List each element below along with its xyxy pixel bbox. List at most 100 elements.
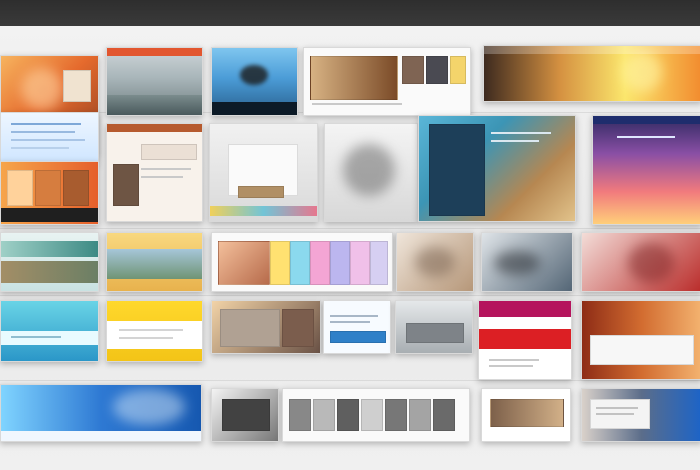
card-hand[interactable] — [396, 232, 474, 292]
card-warm-figure[interactable] — [211, 232, 393, 292]
red-layout-hero — [479, 329, 571, 349]
bw-gallery-thumb-5 — [385, 399, 407, 431]
bw-gallery-thumb-2 — [313, 399, 335, 431]
blue-form-line-1 — [330, 315, 378, 317]
shelf-line-3 — [0, 295, 700, 296]
grid-thumb-5 — [330, 241, 350, 285]
purple-top-band — [593, 116, 700, 124]
blue-form-line-2 — [330, 321, 370, 323]
card-flower[interactable] — [209, 123, 318, 222]
grid-thumb-7 — [370, 241, 388, 285]
purple-text-line — [617, 136, 675, 138]
blue-text-line-3 — [11, 139, 85, 141]
flower-blossom — [343, 144, 395, 196]
bw-gallery-thumb-7 — [433, 399, 455, 431]
blue-text-line-2 — [11, 131, 75, 133]
blue-text-line-4 — [11, 147, 69, 149]
bw-gallery-thumb-1 — [289, 399, 311, 431]
card-blue-form[interactable] — [211, 300, 321, 354]
product-shelf-line-2 — [141, 176, 183, 178]
bw-gallery-thumb-6 — [409, 399, 431, 431]
blue-wave-highlight — [113, 389, 185, 425]
card-small-landscape-2[interactable] — [0, 232, 99, 292]
tree-ground — [212, 102, 297, 115]
card-product-shelf[interactable] — [106, 123, 203, 222]
card-road[interactable] — [323, 300, 391, 354]
teal-figure-panel — [429, 124, 485, 216]
bw-strip-thumb — [222, 399, 270, 431]
card-bw-gallery[interactable] — [211, 388, 279, 442]
card-bw-strip[interactable] — [0, 384, 202, 442]
card-rust-texture[interactable] — [478, 300, 572, 380]
red-layout-line-2 — [489, 365, 533, 367]
yellow-text-line-2 — [119, 337, 173, 339]
rust-text-panel — [590, 335, 694, 365]
sepia-thumb-1 — [220, 309, 280, 347]
product-shelf-banner — [141, 144, 197, 160]
blue-wave-footer — [1, 431, 201, 441]
yellow-card-image — [107, 249, 202, 279]
product-shelf-line-1 — [141, 168, 191, 170]
bw-gallery-thumb-4 — [361, 399, 383, 431]
product-shelf-top — [107, 124, 202, 132]
card-red-figure[interactable] — [481, 232, 573, 292]
card-white-list[interactable] — [481, 388, 571, 442]
card-blue-text[interactable] — [0, 112, 99, 164]
grid-thumb-6 — [350, 241, 370, 285]
card-cyan-text[interactable] — [581, 232, 700, 292]
landscape-accent — [107, 48, 202, 56]
red-figure-shape — [628, 243, 674, 283]
card-landscape[interactable] — [106, 47, 203, 116]
orange-sidebar-thumb-3 — [63, 170, 89, 206]
orange-sidebar-thumb-2 — [35, 170, 61, 206]
gallery-thumb-2 — [426, 56, 448, 84]
shelf-line-4 — [0, 380, 700, 381]
hand-shape — [494, 251, 540, 275]
sunset-glow — [622, 52, 662, 92]
small-landscape-sky — [1, 241, 98, 257]
orange-sidebar-thumb-1 — [7, 170, 33, 206]
blue-text-line-1 — [11, 123, 81, 125]
collage-scene — [0, 0, 700, 470]
sepia-thumb-2 — [282, 309, 314, 347]
card-colorful-grid[interactable] — [106, 232, 203, 292]
yellow-text-line-1 — [119, 329, 183, 331]
card-teal-portrait[interactable] — [324, 123, 418, 222]
card-wide-gallery[interactable] — [303, 47, 471, 116]
card-sepia-collage[interactable] — [106, 300, 203, 362]
small-landscape-field — [1, 261, 98, 283]
sunset-top-band — [484, 46, 700, 54]
card-blue-wave[interactable] — [581, 300, 700, 380]
red-layout-line-1 — [489, 359, 539, 361]
grid-thumb-3 — [290, 241, 310, 285]
blue-form-bar — [330, 331, 386, 343]
card-sunset-banner[interactable] — [483, 45, 700, 102]
card-bottom-right[interactable] — [581, 388, 700, 442]
orange-hero-thumb — [63, 70, 91, 102]
warm-figure-shape — [415, 247, 455, 277]
orange-sidebar-footer — [1, 208, 98, 222]
card-pink-gradient[interactable] — [418, 115, 576, 222]
card-interior[interactable] — [282, 388, 470, 442]
shelf-line-2 — [0, 228, 700, 229]
card-blue-sky-tree[interactable] — [211, 47, 298, 116]
cyan-card-band — [1, 331, 98, 345]
grid-thumb-4 — [310, 241, 330, 285]
teal-text-line-2 — [491, 140, 539, 142]
card-red-layout[interactable] — [395, 300, 473, 354]
flower-color-strip — [210, 206, 317, 216]
yellow-card-white-area — [107, 321, 202, 349]
card-small-landscape-1[interactable] — [592, 115, 700, 225]
interior-thumb — [490, 399, 564, 427]
red-layout-top-band — [479, 301, 571, 317]
orange-hero-glow — [21, 68, 63, 110]
card-yellow-text[interactable] — [0, 300, 99, 362]
road-strip — [406, 323, 464, 343]
gallery-thumb-3 — [450, 56, 466, 84]
gallery-thumb-1 — [402, 56, 424, 84]
white-list-line-2 — [596, 413, 634, 415]
card-orange-sidebar[interactable] — [0, 161, 99, 225]
gallery-text-line — [312, 103, 402, 105]
cyan-text-line — [11, 336, 61, 338]
white-list-line-1 — [596, 407, 638, 409]
